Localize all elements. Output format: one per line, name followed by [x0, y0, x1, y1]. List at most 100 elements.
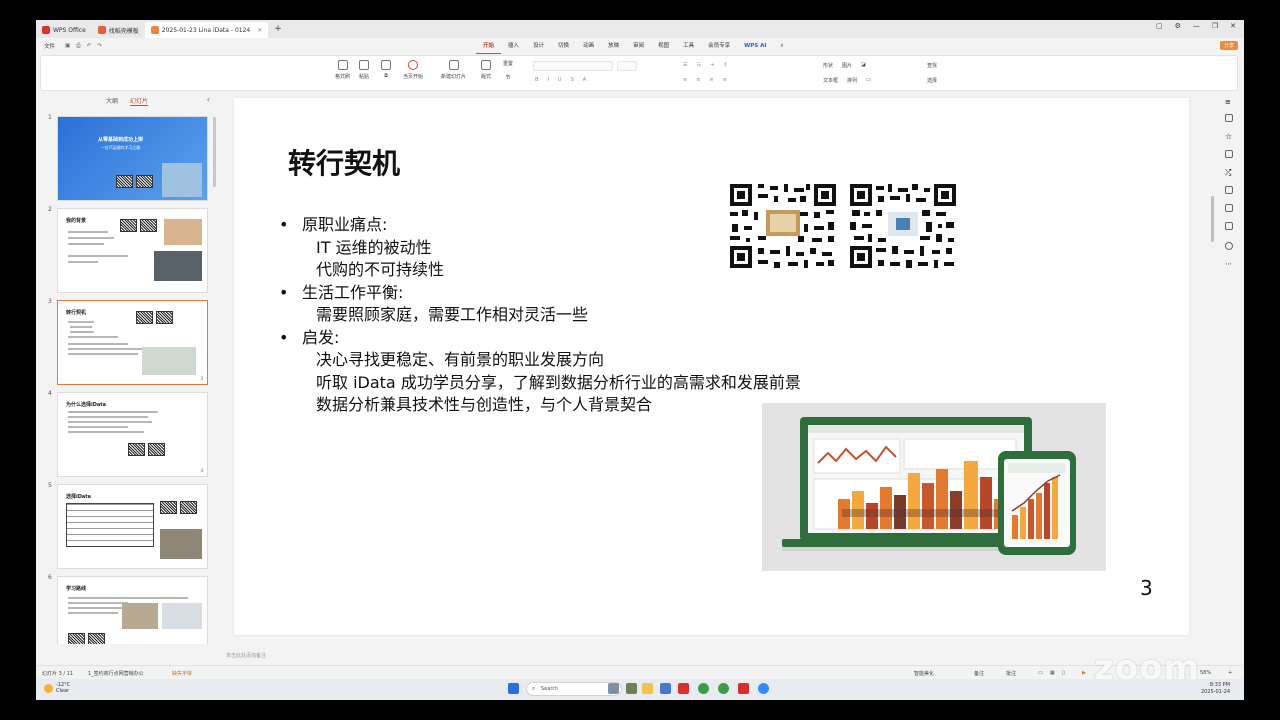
slide-thumbnail[interactable]: 我的背景 — [57, 208, 208, 293]
bold-icon[interactable]: B — [535, 77, 538, 83]
thumbnail-item[interactable]: 6 学习路线 — [36, 574, 216, 644]
weather-widget[interactable]: -12°C Clear — [44, 682, 70, 694]
slide-thumbnail[interactable]: 选择iData — [57, 484, 208, 569]
shape-button[interactable]: 形状 — [823, 62, 833, 69]
indent-icon[interactable]: ⇥ — [710, 62, 714, 68]
thumbnail-item[interactable]: 1 从零基础到成功上岸 一位IT运维的学习之路 — [36, 114, 216, 206]
menu-icon[interactable]: ≡ — [1225, 98, 1233, 106]
font-size-select[interactable] — [617, 61, 637, 71]
numbering-icon[interactable]: ☷ — [696, 62, 700, 68]
normal-view-icon[interactable]: ▭ — [1038, 670, 1043, 676]
qr-code-right[interactable] — [848, 182, 958, 270]
format-painter-button[interactable]: 格式刷 — [335, 60, 350, 80]
thumbnail-item[interactable]: 3 转行契机 3 — [36, 298, 216, 390]
windows-start-icon[interactable] — [508, 683, 519, 694]
zoom-app-icon[interactable] — [758, 683, 769, 694]
chrome-icon[interactable] — [698, 683, 709, 694]
maximize-icon[interactable]: ❐ — [1212, 22, 1218, 30]
cut-copy-buttons[interactable]: ⧉ — [381, 60, 391, 79]
save-icon[interactable]: ▣ — [65, 43, 70, 50]
more-icon[interactable]: ⋯ — [1225, 260, 1233, 268]
play-slideshow-icon[interactable]: ▶ — [1082, 670, 1086, 676]
wps-taskbar-icon[interactable] — [678, 683, 689, 694]
slide-body-text[interactable]: • 原职业痛点: IT 运维的被动性 代购的不可持续性 • 生活工作平衡: 需要… — [276, 214, 801, 417]
align-right-icon[interactable]: ≡ — [709, 77, 713, 83]
document-icon[interactable] — [1225, 222, 1233, 230]
slide-scrollbar[interactable] — [1211, 196, 1214, 242]
picture-button[interactable]: 图片 — [842, 62, 852, 69]
missing-font-alert[interactable]: 缺失字体 — [172, 670, 192, 677]
paste-button[interactable]: 粘贴 — [359, 60, 369, 80]
wps-ai-button[interactable]: WPS AI — [737, 38, 773, 54]
tab-member[interactable]: 会员专享 — [701, 38, 737, 54]
slide-thumbnail-selected[interactable]: 转行契机 3 — [57, 300, 208, 385]
slide-thumbnail[interactable]: 为什么选择iData 4 — [57, 392, 208, 477]
tab-view[interactable]: 视图 — [651, 38, 676, 54]
strikethrough-icon[interactable]: S — [571, 77, 574, 83]
chrome-profile-icon[interactable] — [718, 683, 729, 694]
qr-code-left[interactable] — [728, 182, 838, 270]
find-button[interactable]: 查找 — [927, 62, 937, 69]
theme-name[interactable]: 1_签约商行点网营销办公 — [88, 670, 144, 677]
tab-wps-office[interactable]: WPS Office — [36, 22, 92, 38]
slide-thumbnail[interactable]: 从零基础到成功上岸 一位IT运维的学习之路 — [57, 116, 208, 201]
textbox-button[interactable]: 文本框 — [823, 77, 838, 84]
image-panel-icon[interactable] — [1225, 204, 1233, 212]
font-color-icon[interactable]: A — [583, 77, 586, 83]
wps-presentation-icon[interactable] — [738, 683, 749, 694]
font-family-select[interactable] — [533, 61, 613, 71]
tab-template[interactable]: 找稻壳模板 — [92, 22, 145, 38]
notes-toggle[interactable]: 备注 — [974, 670, 984, 677]
align-center-icon[interactable]: ≡ — [696, 77, 700, 83]
select-button[interactable]: 选择 — [927, 77, 937, 84]
slide-thumbnail[interactable]: 学习路线 — [57, 576, 208, 644]
outline-icon[interactable]: ▭ — [866, 77, 871, 84]
tab-document[interactable]: 2025-01-23 Lina iData - 0124 ✕ — [144, 22, 269, 38]
undo-icon[interactable]: ↶ — [87, 43, 92, 50]
close-icon[interactable]: ✕ — [257, 27, 262, 34]
tab-outline[interactable]: 大纲 — [106, 96, 118, 106]
restore-tabs-icon[interactable]: ▢ — [1156, 22, 1163, 30]
fill-icon[interactable]: ◪ — [861, 62, 866, 69]
tab-review[interactable]: 审阅 — [626, 38, 651, 54]
file-explorer-icon[interactable] — [642, 683, 653, 694]
store-app-icon[interactable] — [660, 683, 671, 694]
slide-title[interactable]: 转行契机 — [288, 142, 400, 182]
italic-icon[interactable]: I — [547, 77, 548, 83]
share-button[interactable]: 分享 — [1219, 41, 1238, 50]
tab-transition[interactable]: 切换 — [551, 38, 576, 54]
shuffle-icon[interactable]: ⤮ — [1225, 168, 1233, 177]
file-menu[interactable]: 文件 — [44, 42, 55, 50]
layers-icon[interactable] — [1225, 186, 1233, 194]
minimize-icon[interactable]: — — [1193, 22, 1200, 30]
thumbnail-item[interactable]: 2 我的背景 — [36, 206, 216, 298]
panel-scrollbar[interactable] — [213, 117, 216, 187]
settings-icon[interactable]: ⚙ — [1175, 22, 1181, 30]
tab-tools[interactable]: 工具 — [676, 38, 701, 54]
close-window-icon[interactable]: ✕ — [1230, 22, 1236, 30]
slide-canvas[interactable]: 转行契机 • 原职业痛点: IT 运维的被动性 代购的不可持续性 • 生活工作平… — [234, 98, 1189, 635]
new-slide-button[interactable]: 新建幻灯片 — [441, 60, 466, 80]
tab-home[interactable]: 开始 — [476, 38, 502, 54]
tab-design[interactable]: 设计 — [526, 38, 551, 54]
graduation-app-icon[interactable] — [608, 683, 619, 694]
reading-view-icon[interactable]: ▯ — [1062, 670, 1065, 676]
dashboard-illustration[interactable] — [762, 403, 1106, 571]
thumbnail-item[interactable]: 4 为什么选择iData 4 — [36, 390, 216, 482]
collapse-panel-icon[interactable]: ‹ — [207, 95, 210, 104]
section-button[interactable]: 重置 节 — [503, 60, 513, 81]
underline-icon[interactable]: U — [558, 77, 562, 83]
tab-slides[interactable]: 幻灯片 — [130, 96, 149, 106]
star-icon[interactable]: ☆ — [1225, 132, 1233, 141]
system-clock[interactable]: 8:33 PM 2025-01-24 — [1201, 682, 1230, 696]
smart-beautify-button[interactable]: 智能美化 — [914, 670, 934, 677]
layout-button[interactable]: 版式 — [481, 60, 491, 80]
copy-panel-icon[interactable] — [1225, 150, 1233, 158]
comments-toggle[interactable]: 批注 — [1006, 670, 1016, 677]
help-icon[interactable] — [1225, 242, 1233, 250]
redo-icon[interactable]: ↷ — [97, 43, 102, 50]
tab-slideshow[interactable]: 放映 — [601, 38, 626, 54]
thumbnail-item[interactable]: 5 选择iData — [36, 482, 216, 574]
zoom-in-icon[interactable]: + — [1228, 670, 1232, 676]
tab-insert[interactable]: 插入 — [501, 38, 526, 54]
